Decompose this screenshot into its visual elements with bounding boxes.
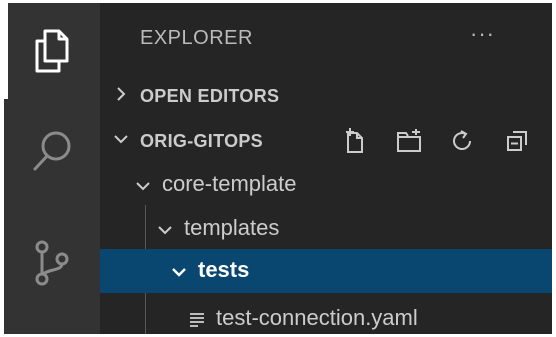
- search-icon: [30, 129, 74, 173]
- section-open-editors[interactable]: OPEN EDITORS: [100, 77, 552, 115]
- collapse-all-icon[interactable]: [490, 122, 544, 160]
- chevron-down-icon: [170, 263, 188, 286]
- new-folder-icon[interactable]: [382, 122, 436, 160]
- chevron-down-icon: [156, 221, 174, 244]
- vscode-window: EXPLORER ··· OPEN EDITORS ORIG-GITOPS co…: [0, 0, 556, 337]
- source-control-icon: [32, 239, 72, 287]
- new-file-icon[interactable]: [328, 122, 382, 160]
- refresh-icon[interactable]: [436, 122, 490, 160]
- chevron-down-icon: [112, 130, 130, 153]
- sidebar-title: EXPLORER: [140, 27, 253, 49]
- explorer-sidebar: EXPLORER ··· OPEN EDITORS ORIG-GITOPS co…: [100, 3, 552, 334]
- tree-item-label: core-template: [162, 171, 297, 196]
- files-icon: [32, 27, 72, 75]
- activity-search[interactable]: [4, 103, 100, 199]
- activity-bar: [4, 3, 100, 334]
- section-label: ORIG-GITOPS: [140, 130, 263, 151]
- section-workspace[interactable]: ORIG-GITOPS: [100, 122, 552, 160]
- tree-folder-templates[interactable]: templates: [100, 207, 552, 251]
- tree-item-label: tests: [198, 257, 250, 282]
- activity-explorer[interactable]: [4, 3, 100, 99]
- activity-source-control[interactable]: [4, 215, 100, 311]
- tree-item-label: test-connection.yaml: [216, 305, 418, 330]
- section-toolbar: [328, 122, 544, 160]
- chevron-right-icon: [112, 85, 130, 108]
- section-label: OPEN EDITORS: [140, 85, 280, 106]
- chevron-down-icon: [134, 177, 152, 200]
- file-lines-icon: [188, 310, 206, 333]
- tree-item-label: templates: [184, 215, 280, 240]
- tree-folder-core-template[interactable]: core-template: [100, 163, 552, 207]
- more-actions-button[interactable]: ···: [470, 21, 495, 47]
- tree-file-test-connection[interactable]: test-connection.yaml: [100, 297, 552, 334]
- tree-folder-tests[interactable]: tests: [100, 249, 552, 293]
